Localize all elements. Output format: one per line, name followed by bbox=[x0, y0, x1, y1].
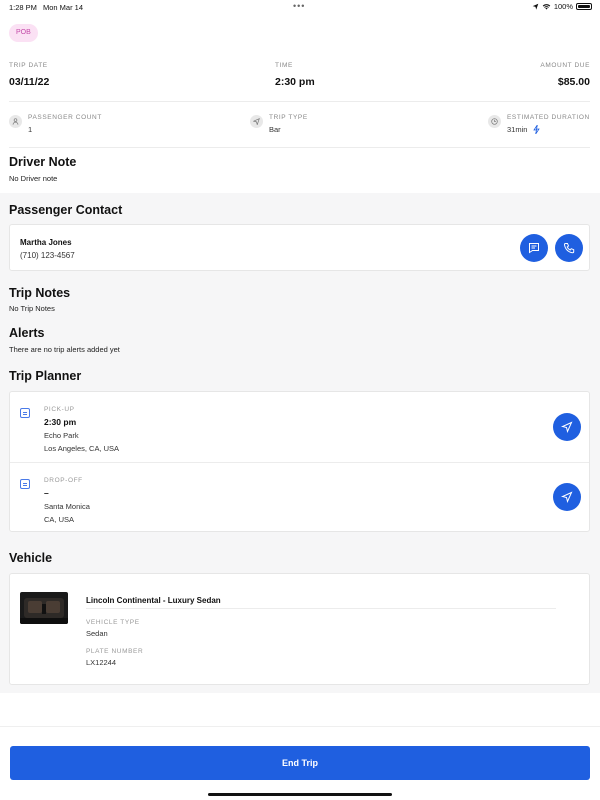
pickup-navigate-button[interactable] bbox=[553, 413, 581, 441]
plate-number-label: PLATE NUMBER bbox=[86, 648, 144, 655]
pickup-location: Echo Park bbox=[44, 431, 79, 440]
status-indicators: 100% bbox=[532, 2, 592, 11]
vehicle-type-value: Sedan bbox=[86, 629, 108, 638]
trip-type-value: Bar bbox=[269, 125, 281, 134]
plate-number-value: LX12244 bbox=[86, 658, 117, 667]
clipboard-icon bbox=[20, 479, 30, 489]
end-trip-button[interactable]: End Trip bbox=[10, 746, 590, 780]
passenger-count-label: PASSENGER COUNT bbox=[28, 114, 102, 121]
dropoff-location: Santa Monica bbox=[44, 502, 90, 511]
pickup-time: 2:30 pm bbox=[44, 417, 77, 427]
duration-row: 31min bbox=[507, 124, 590, 135]
dropoff-navigate-button[interactable] bbox=[553, 483, 581, 511]
amount-due-label: AMOUNT DUE bbox=[540, 62, 590, 69]
trip-time-block: TIME 2:30 pm bbox=[275, 62, 315, 88]
trip-meta: PASSENGER COUNT 1 TRIP TYPE Bar ESTIMATE… bbox=[9, 110, 590, 148]
duration-value: 31min bbox=[507, 125, 528, 134]
vehicle-card: Lincoln Continental - Luxury Sedan VEHIC… bbox=[9, 573, 590, 685]
trip-planner-title: Trip Planner bbox=[9, 369, 82, 383]
status-time: 1:28 PM bbox=[9, 3, 37, 12]
trip-type-block: TRIP TYPE Bar bbox=[250, 114, 308, 134]
passenger-phone: (710) 123-4567 bbox=[20, 251, 75, 260]
message-button[interactable] bbox=[520, 234, 548, 262]
dropoff-time: – bbox=[44, 488, 49, 498]
navigate-arrow-icon bbox=[561, 491, 573, 503]
person-icon bbox=[9, 115, 22, 128]
status-badge: POB bbox=[9, 24, 38, 42]
trip-planner-card: PICK-UP 2:30 pm Echo Park Los Angeles, C… bbox=[9, 391, 590, 532]
clipboard-icon bbox=[20, 408, 30, 418]
chat-icon bbox=[529, 243, 539, 254]
passenger-name: Martha Jones bbox=[20, 238, 72, 247]
estimated-duration-block: ESTIMATED DURATION 31min bbox=[488, 114, 590, 135]
wifi-icon bbox=[542, 4, 551, 10]
vehicle-name: Lincoln Continental - Luxury Sedan bbox=[86, 596, 221, 605]
clock-icon bbox=[488, 115, 501, 128]
battery-icon bbox=[576, 3, 592, 10]
pickup-stop: PICK-UP 2:30 pm Echo Park Los Angeles, C… bbox=[20, 406, 580, 458]
dropoff-label: DROP-OFF bbox=[44, 477, 83, 484]
trip-date-label: TRIP DATE bbox=[9, 62, 48, 69]
navigation-icon bbox=[250, 115, 263, 128]
vehicle-photo bbox=[20, 592, 68, 624]
trip-summary: TRIP DATE 03/11/22 TIME 2:30 pm AMOUNT D… bbox=[9, 62, 590, 102]
passenger-count-block: PASSENGER COUNT 1 bbox=[9, 114, 102, 134]
pickup-label: PICK-UP bbox=[44, 406, 75, 413]
pickup-city: Los Angeles, CA, USA bbox=[44, 444, 120, 453]
trip-notes-title: Trip Notes bbox=[9, 286, 71, 300]
trip-time-label: TIME bbox=[275, 62, 293, 69]
passenger-contact-title: Passenger Contact bbox=[9, 203, 123, 217]
trip-date-value: 03/11/22 bbox=[9, 76, 50, 88]
dropoff-stop: DROP-OFF – Santa Monica CA, USA bbox=[20, 477, 580, 529]
amount-due-value: $85.00 bbox=[557, 76, 590, 88]
stop-divider bbox=[10, 462, 589, 463]
alerts-text: There are no trip alerts added yet bbox=[9, 345, 120, 354]
navigate-arrow-icon bbox=[561, 421, 573, 433]
multitask-dots-icon[interactable]: ••• bbox=[293, 1, 305, 11]
vehicle-divider bbox=[86, 608, 556, 609]
battery-percent: 100% bbox=[553, 2, 573, 11]
home-indicator[interactable] bbox=[208, 793, 392, 796]
location-arrow-icon bbox=[532, 3, 539, 10]
status-bar: 1:28 PM Mon Mar 14 ••• 100% bbox=[0, 0, 600, 14]
call-button[interactable] bbox=[555, 234, 583, 262]
duration-label: ESTIMATED DURATION bbox=[507, 114, 590, 121]
bottom-action-bar: End Trip bbox=[0, 726, 600, 800]
trip-time-value: 2:30 pm bbox=[275, 76, 315, 88]
driver-note-text: No Driver note bbox=[9, 174, 58, 183]
dropoff-city: CA, USA bbox=[44, 515, 75, 524]
phone-icon bbox=[563, 243, 575, 254]
vehicle-title: Vehicle bbox=[9, 551, 53, 565]
alerts-title: Alerts bbox=[9, 326, 45, 340]
driver-note-title: Driver Note bbox=[9, 155, 77, 169]
trip-notes-text: No Trip Notes bbox=[9, 304, 55, 313]
passenger-contact-card: Martha Jones (710) 123-4567 bbox=[9, 224, 590, 271]
trip-type-label: TRIP TYPE bbox=[269, 114, 308, 121]
lightning-icon bbox=[532, 124, 540, 135]
status-date: Mon Mar 14 bbox=[43, 3, 84, 12]
trip-date-block: TRIP DATE 03/11/22 bbox=[9, 62, 49, 88]
passenger-count-value: 1 bbox=[28, 125, 33, 134]
vehicle-type-label: VEHICLE TYPE bbox=[86, 619, 140, 626]
amount-due-block: AMOUNT DUE $85.00 bbox=[540, 62, 590, 88]
